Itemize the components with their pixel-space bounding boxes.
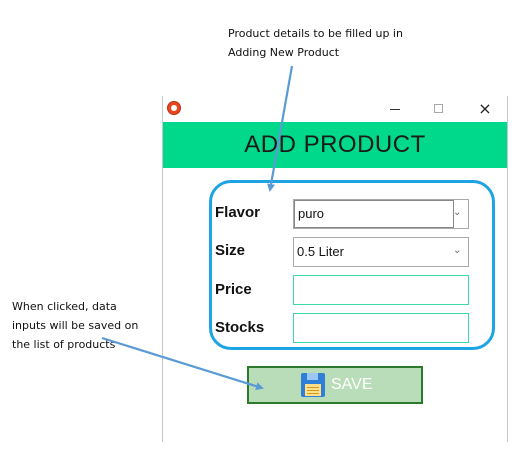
price-input[interactable] (293, 275, 469, 305)
annotation-line: Product details to be filled up in (228, 27, 403, 40)
size-label: Size (215, 242, 246, 259)
chevron-down-icon: ⌄ (453, 207, 462, 218)
save-button-label: SAVE (331, 376, 373, 393)
maximize-button[interactable] (425, 98, 453, 120)
page-title: ADD PRODUCT (244, 131, 426, 158)
annotation-line: inputs will be saved on (12, 319, 139, 332)
save-button[interactable]: SAVE (247, 366, 423, 404)
header-banner: ADD PRODUCT (163, 122, 507, 168)
size-select[interactable]: 0.5 Liter ⌄ (293, 237, 469, 267)
stocks-label: Stocks (215, 319, 265, 336)
annotation-line: When clicked, data (12, 300, 117, 313)
annotation-save-info: When clicked, data inputs will be saved … (12, 297, 147, 354)
flavor-select[interactable]: puro ⌄ (293, 199, 469, 229)
title-bar: × (163, 96, 507, 122)
annotation-line: the list of products (12, 338, 116, 351)
flavor-label: Flavor (215, 204, 261, 221)
annotation-line: Adding New Product (228, 46, 340, 59)
minimize-button[interactable] (381, 98, 409, 120)
app-logo-icon (167, 101, 181, 115)
flavor-value: puro (294, 200, 454, 228)
chevron-down-icon: ⌄ (453, 245, 462, 256)
add-product-window: × ADD PRODUCT Flavor puro ⌄ Size 0.5 Lit… (162, 96, 508, 442)
annotation-product-details: Product details to be filled up in Addin… (228, 24, 428, 62)
close-button[interactable]: × (471, 98, 499, 120)
size-value: 0.5 Liter (297, 244, 344, 259)
floppy-disk-icon (301, 373, 325, 397)
price-label: Price (215, 281, 252, 298)
stocks-input[interactable] (293, 313, 469, 343)
